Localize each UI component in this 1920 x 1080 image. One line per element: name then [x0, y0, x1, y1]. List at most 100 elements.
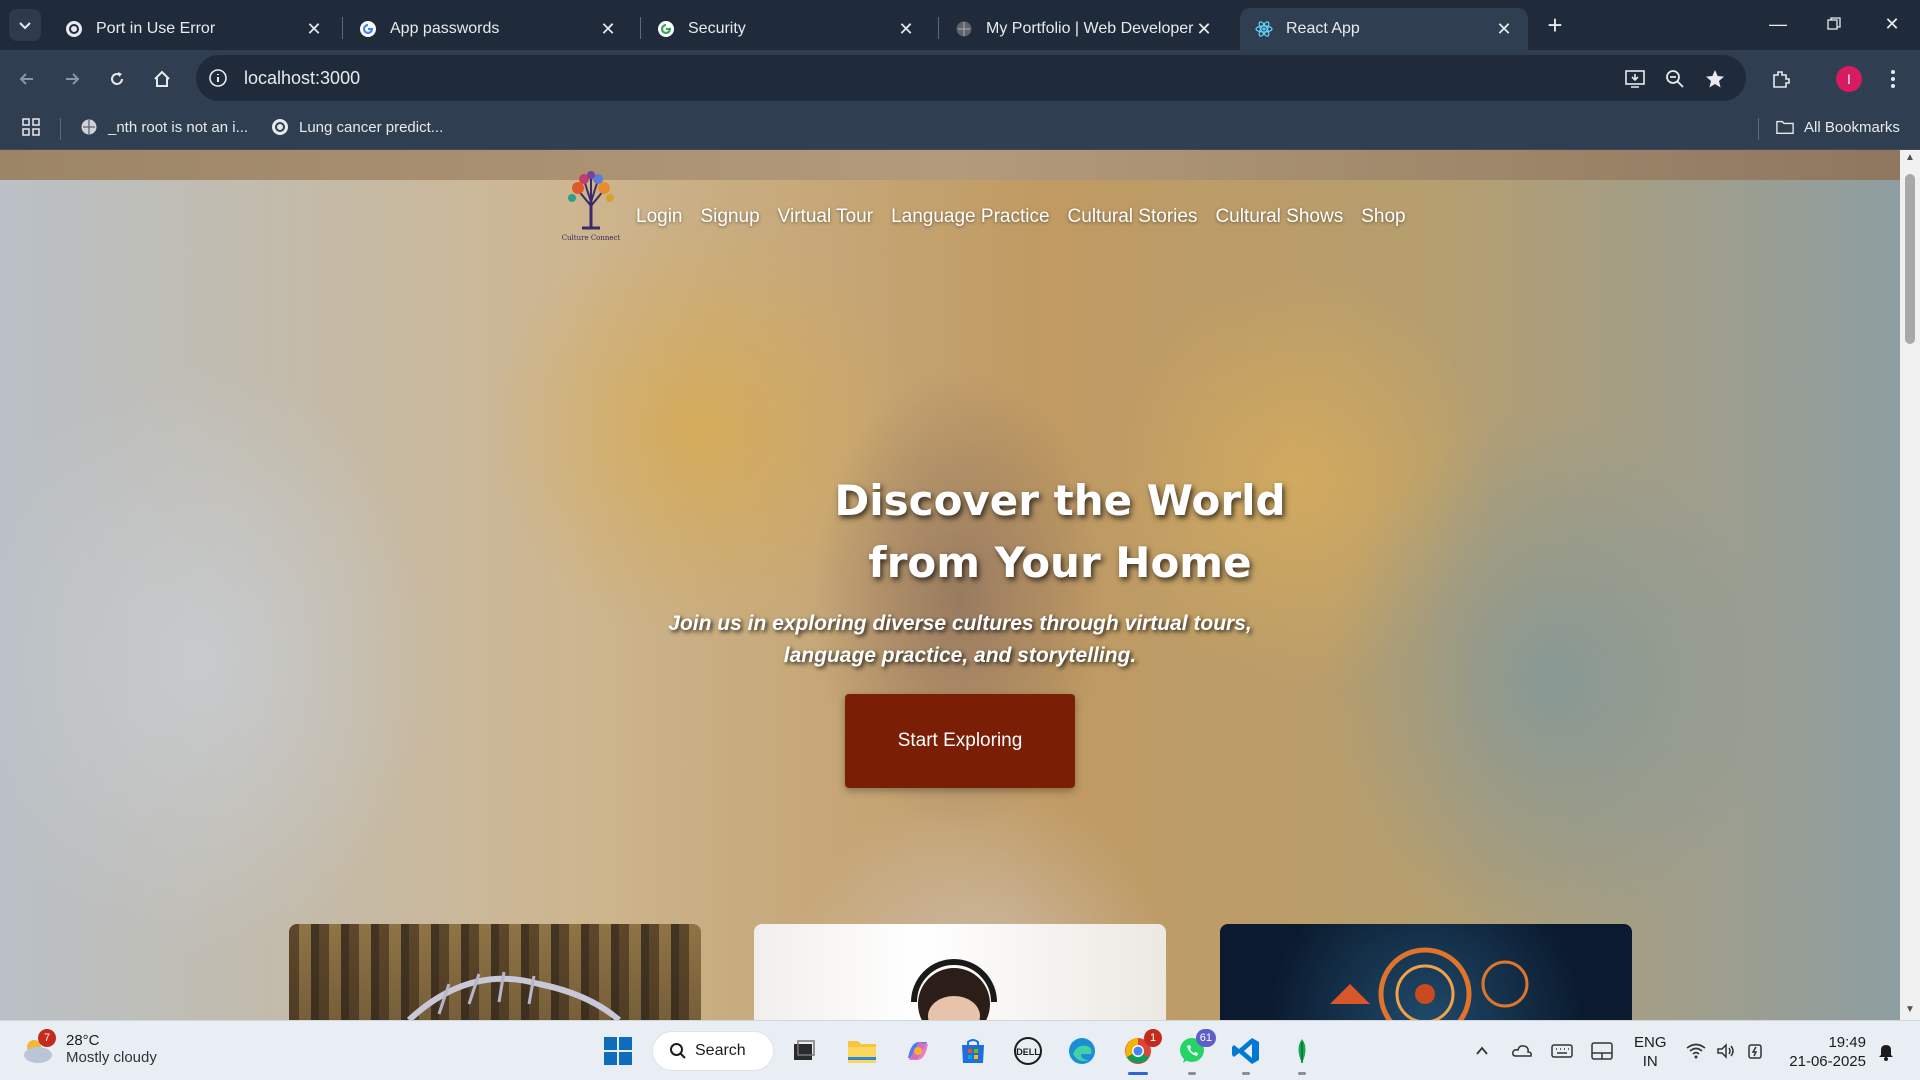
svg-text:DELL: DELL: [1016, 1047, 1040, 1057]
active-app-indicator: [1128, 1072, 1148, 1075]
tab-separator: [640, 17, 641, 39]
bookmark-star-icon[interactable]: [1702, 66, 1728, 92]
close-icon[interactable]: ✕: [1194, 19, 1214, 39]
minimize-icon[interactable]: —: [1758, 8, 1798, 40]
scroll-thumb[interactable]: [1905, 174, 1915, 344]
site-logo[interactable]: Culture Connect: [556, 170, 626, 250]
bookmark-label: _nth root is not an i...: [108, 118, 249, 136]
extensions-icon[interactable]: [1765, 63, 1797, 95]
scroll-down-icon[interactable]: ▼: [1903, 1004, 1917, 1018]
clock-date: 21-06-2025: [1789, 1053, 1866, 1070]
wifi-icon[interactable]: [1684, 1039, 1708, 1063]
tab-port-in-use-error[interactable]: Port in Use Error ✕: [50, 8, 338, 50]
file-explorer-icon[interactable]: [844, 1033, 880, 1069]
page-scrollbar[interactable]: ▲ ▼: [1900, 150, 1920, 1020]
address-bar[interactable]: localhost:3000: [196, 55, 1746, 101]
bookmark-item[interactable]: Lung cancer predict...: [271, 118, 443, 136]
edge-icon[interactable]: [1064, 1033, 1100, 1069]
clock-time: 19:49: [1828, 1034, 1866, 1051]
language-indicator[interactable]: ENG IN: [1634, 1033, 1667, 1071]
nav-language-practice[interactable]: Language Practice: [891, 206, 1049, 228]
keyboard-icon[interactable]: [1550, 1039, 1574, 1063]
feature-card-virtual-tour[interactable]: [289, 924, 701, 1020]
close-icon[interactable]: ✕: [598, 19, 618, 39]
tab-title: Port in Use Error: [96, 20, 216, 37]
hero-title-line2: from Your Home: [868, 538, 1252, 587]
tab-strip: Port in Use Error ✕ App passwords ✕ Secu…: [0, 0, 1920, 50]
url-text[interactable]: localhost:3000: [244, 68, 360, 89]
start-exploring-button[interactable]: Start Exploring: [845, 694, 1075, 788]
copilot-icon[interactable]: [900, 1033, 936, 1069]
tab-separator: [342, 17, 343, 39]
all-bookmarks-button[interactable]: All Bookmarks: [1776, 118, 1900, 136]
close-icon[interactable]: ✕: [1494, 19, 1514, 39]
reload-icon[interactable]: [101, 63, 133, 95]
bookmark-label: Lung cancer predict...: [299, 118, 444, 136]
battery-icon[interactable]: [1744, 1039, 1768, 1063]
onedrive-sync-icon[interactable]: [1510, 1039, 1534, 1063]
hero-subtitle: Join us in exploring diverse cultures th…: [620, 608, 1300, 672]
task-view-icon[interactable]: [786, 1033, 822, 1069]
tab-title: React App: [1286, 20, 1360, 37]
new-tab-button[interactable]: +: [1540, 10, 1570, 40]
notification-bell-icon[interactable]: [1874, 1039, 1898, 1063]
volume-icon[interactable]: [1714, 1039, 1738, 1063]
vscode-icon[interactable]: [1228, 1033, 1264, 1075]
apps-grid-icon[interactable]: [22, 118, 40, 136]
tab-title: App passwords: [390, 20, 500, 37]
chrome-badge: 1: [1144, 1029, 1162, 1047]
chrome-icon[interactable]: 1: [1120, 1029, 1162, 1075]
windows-start-icon[interactable]: [600, 1033, 636, 1069]
nav-login[interactable]: Login: [636, 206, 683, 228]
tab-search-button[interactable]: [9, 9, 41, 41]
windows-taskbar: 7 28°C Mostly cloudy Search DELL 1 61 EN…: [0, 1020, 1920, 1080]
site-info-icon[interactable]: [206, 66, 230, 90]
install-app-icon[interactable]: [1622, 66, 1648, 92]
microsoft-store-icon[interactable]: [955, 1033, 991, 1069]
scroll-up-icon[interactable]: ▲: [1903, 152, 1917, 166]
dreamcatcher-image: [1330, 947, 1529, 1020]
home-icon[interactable]: [146, 63, 178, 95]
hero-subtitle-line1: Join us in exploring diverse cultures th…: [668, 612, 1252, 635]
profile-avatar[interactable]: I: [1836, 66, 1862, 92]
system-clock[interactable]: 19:49 21-06-2025: [1786, 1033, 1866, 1071]
menu-icon[interactable]: [1877, 63, 1909, 95]
back-icon[interactable]: [11, 63, 43, 95]
weather-widget[interactable]: 7 28°C Mostly cloudy: [20, 1029, 157, 1067]
close-icon[interactable]: ✕: [304, 19, 324, 39]
zoom-icon[interactable]: [1662, 66, 1688, 92]
close-icon[interactable]: ✕: [896, 19, 916, 39]
close-window-icon[interactable]: ✕: [1872, 8, 1912, 40]
nav-shop[interactable]: Shop: [1361, 206, 1405, 228]
feature-card-cultural-stories[interactable]: [1220, 924, 1632, 1020]
tab-my-portfolio[interactable]: My Portfolio | Web Developer ✕: [940, 8, 1228, 50]
nav-cultural-stories[interactable]: Cultural Stories: [1068, 206, 1198, 228]
tab-security[interactable]: Security ✕: [642, 8, 930, 50]
show-hidden-icons-icon[interactable]: [1470, 1039, 1494, 1063]
globe-icon: [80, 118, 98, 136]
app-running-indicator: [1298, 1072, 1306, 1075]
nav-virtual-tour[interactable]: Virtual Tour: [778, 206, 873, 228]
globe-icon: [954, 19, 974, 39]
tab-react-app[interactable]: React App ✕: [1240, 8, 1528, 50]
logo-caption: Culture Connect: [561, 234, 621, 242]
bookmark-item[interactable]: _nth root is not an i...: [80, 118, 248, 136]
tab-app-passwords[interactable]: App passwords ✕: [344, 8, 632, 50]
mongodb-compass-icon[interactable]: [1284, 1033, 1320, 1075]
touchpad-icon[interactable]: [1590, 1039, 1614, 1063]
app-running-indicator: [1242, 1072, 1250, 1075]
cloud-icon: 7: [20, 1029, 56, 1067]
taskbar-search[interactable]: Search: [652, 1031, 774, 1071]
museum-image: [406, 971, 621, 1020]
nav-signup[interactable]: Signup: [701, 206, 760, 228]
feature-card-language-practice[interactable]: [754, 924, 1166, 1020]
dell-icon[interactable]: DELL: [1010, 1033, 1046, 1069]
whatsapp-icon[interactable]: 61: [1174, 1029, 1216, 1075]
google-icon: [656, 19, 676, 39]
hero-background: [0, 180, 1900, 1020]
nav-cultural-shows[interactable]: Cultural Shows: [1215, 206, 1343, 228]
browser-toolbar: localhost:3000: [0, 50, 1920, 108]
app-running-indicator: [1188, 1072, 1196, 1075]
restore-icon[interactable]: [1814, 8, 1854, 40]
forward-icon[interactable]: [56, 63, 88, 95]
